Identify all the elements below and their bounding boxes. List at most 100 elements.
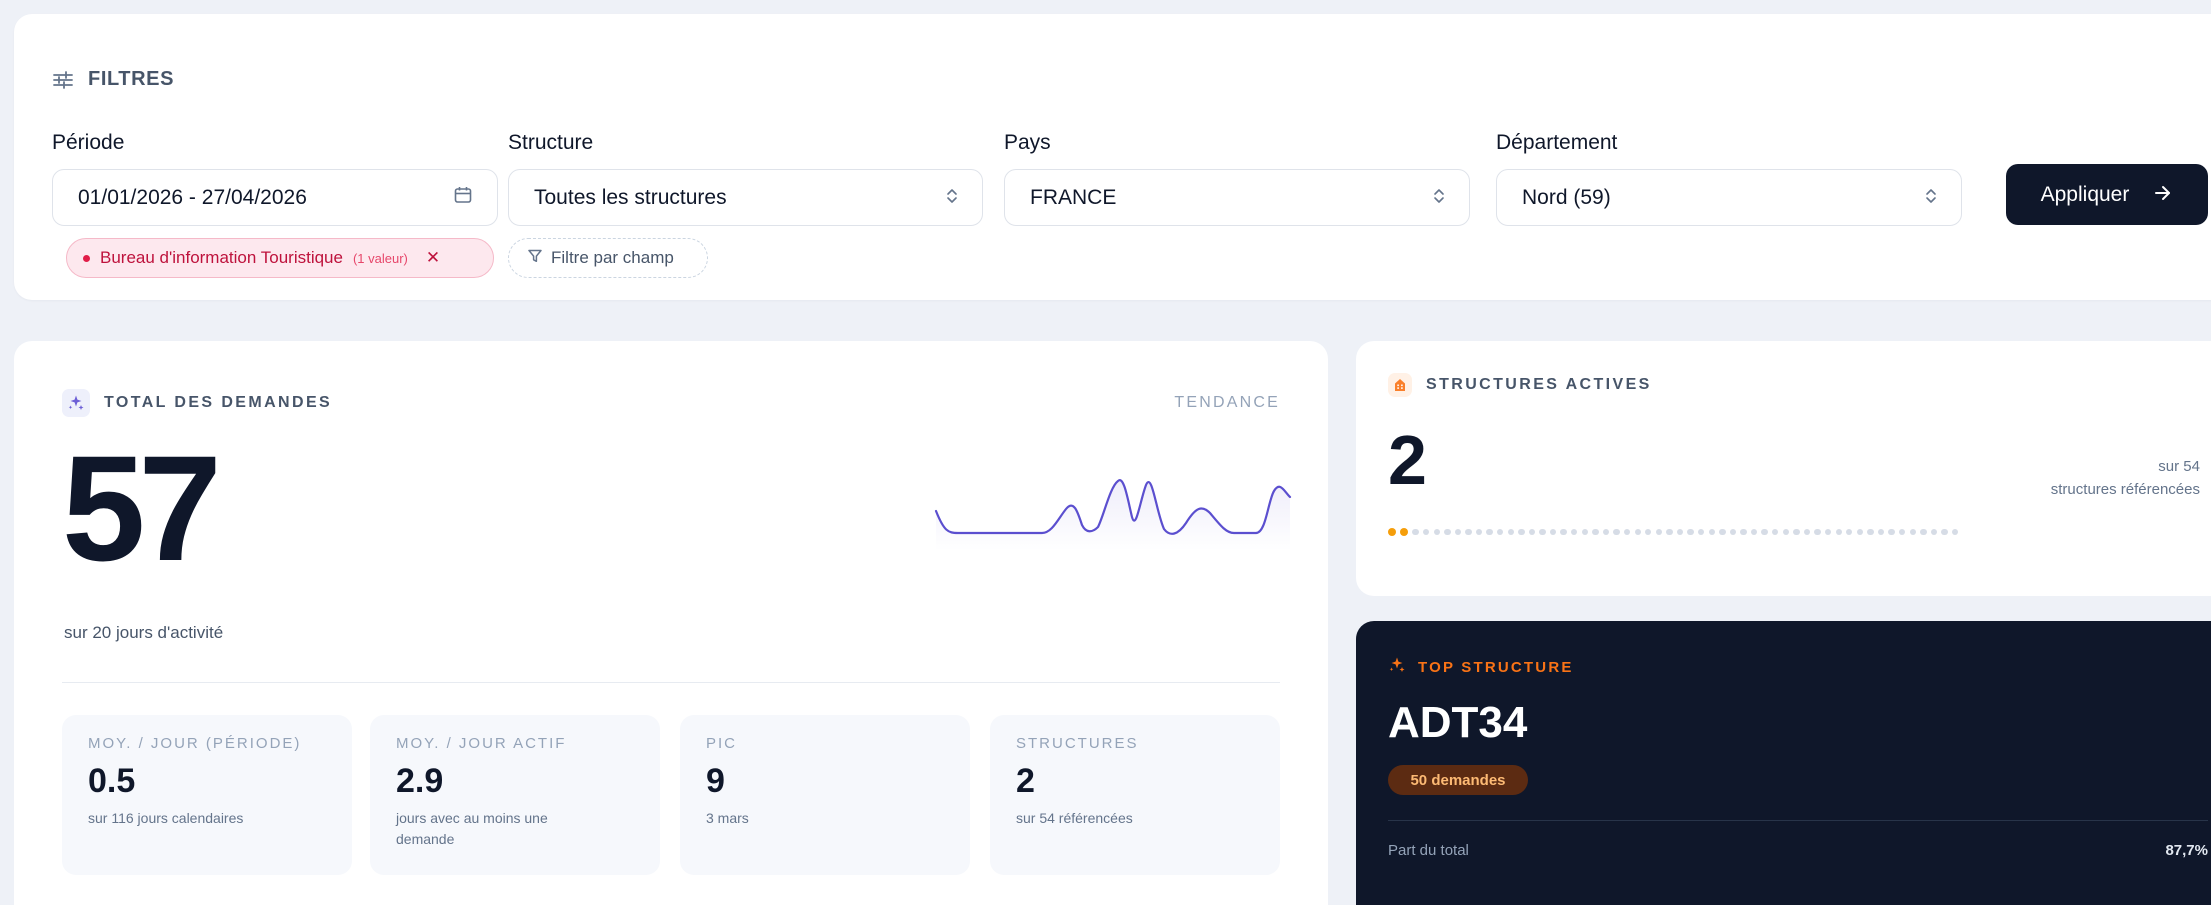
structure-dot (1740, 529, 1747, 536)
structure-dot (1920, 529, 1927, 536)
structure-dot (1422, 529, 1430, 536)
stat-label: MOY. / JOUR (PÉRIODE) (88, 735, 302, 752)
structure-dot (1518, 529, 1525, 536)
stat-sub: 3 mars (706, 809, 749, 826)
structure-dot (1645, 529, 1652, 536)
structure-dot (1412, 529, 1419, 536)
structure-dot (1856, 529, 1864, 536)
structure-dot (1497, 529, 1504, 536)
total-card-header: TOTAL DES DEMANDES (62, 389, 332, 417)
close-icon[interactable]: ✕ (426, 248, 440, 268)
filters-panel: FILTRES Période 01/01/2026 - 27/04/2026 … (14, 14, 2211, 300)
structure-dot (1761, 529, 1768, 536)
structure-dot (1803, 529, 1811, 536)
share-value: 87,7% (2165, 842, 2208, 859)
structure-dot (1719, 529, 1726, 536)
structure-label: Structure (508, 131, 594, 154)
add-filter-label: Filtre par champ (551, 248, 674, 267)
activity-note: sur 20 jours d'activité (64, 623, 224, 642)
top-structure-card: TOP STRUCTURE ADT34 50 demandes Part du … (1356, 621, 2211, 905)
total-requests-value: 57 (62, 424, 222, 592)
structure-dot (1433, 529, 1440, 536)
divider (62, 682, 1280, 683)
stat-sub: jours avec au moins une demande (396, 809, 548, 848)
structures-total-line2: structures référencées (2050, 481, 2200, 499)
structure-dot (1867, 529, 1874, 536)
pays-value: FRANCE (1030, 185, 1117, 209)
structure-dot (1560, 529, 1567, 536)
structure-dot (1835, 529, 1842, 536)
structure-dot (1634, 529, 1641, 536)
apply-button[interactable]: Appliquer (2006, 164, 2208, 225)
structure-value: Toutes les structures (534, 185, 727, 209)
building-icon (1388, 373, 1412, 397)
stat-sub: sur 116 jours calendaires (88, 809, 244, 826)
structure-dot (1454, 529, 1462, 536)
structures-total-note: sur 54 structures référencées (2051, 455, 2200, 502)
active-structures-value: 2 (1388, 421, 1427, 499)
structure-dot (1708, 529, 1715, 536)
structure-dot (1507, 529, 1514, 536)
structure-dot (1623, 529, 1631, 536)
calendar-icon[interactable] (453, 185, 473, 211)
structure-dot (1602, 529, 1610, 536)
stat-label: PIC (706, 735, 738, 752)
structure-dot (1750, 529, 1758, 536)
structure-dot (1877, 529, 1885, 536)
pays-select[interactable]: FRANCE (1004, 169, 1470, 226)
departement-label: Département (1496, 131, 1618, 154)
structure-dot (1846, 529, 1853, 536)
structure-dot (1465, 529, 1472, 536)
chevron-updown-icon (1925, 188, 1937, 208)
filters-header: FILTRES (52, 68, 174, 91)
status-dot (83, 254, 90, 262)
trend-label: TENDANCE (1174, 394, 1280, 411)
structure-dot (1824, 529, 1832, 536)
stat-value: 9 (706, 762, 725, 800)
top-structure-name: ADT34 (1388, 698, 1528, 747)
stat-structures: STRUCTURES 2 sur 54 référencées (990, 715, 1280, 875)
structure-dot (1613, 529, 1620, 536)
structure-dot (1888, 529, 1895, 536)
sparkles-icon (1388, 656, 1406, 678)
structure-dot (1444, 529, 1451, 536)
chevron-updown-icon (946, 188, 958, 208)
structure-dot (1782, 529, 1789, 536)
total-card-title: TOTAL DES DEMANDES (104, 394, 333, 411)
structure-dot (1941, 529, 1948, 536)
structure-dot (1528, 529, 1536, 536)
structures-card-title: STRUCTURES ACTIVES (1426, 376, 1652, 393)
share-label: Part du total (1388, 842, 1469, 859)
stat-label: STRUCTURES (1016, 735, 1139, 752)
requests-badge: 50 demandes (1388, 765, 1528, 795)
structure-dot (1549, 529, 1557, 536)
chip-count: (1 valeur) (352, 250, 408, 266)
structure-dot (1571, 529, 1578, 536)
stat-value: 0.5 (88, 762, 136, 800)
structure-dot-active (1400, 528, 1409, 537)
stat-value: 2.9 (396, 762, 444, 800)
structure-dot (1486, 529, 1493, 536)
structure-dot (1814, 529, 1821, 536)
structure-dot-indicator (1388, 528, 1959, 537)
divider (1388, 820, 2208, 821)
structure-dot (1687, 529, 1694, 536)
structure-dot (1772, 529, 1779, 536)
structure-dot (1930, 529, 1938, 536)
structure-dot (1793, 529, 1800, 536)
departement-select[interactable]: Nord (59) (1496, 169, 1962, 226)
structure-select[interactable]: Toutes les structures (508, 169, 983, 226)
active-filter-chip[interactable]: Bureau d'information Touristique (1 vale… (66, 238, 494, 278)
sparkles-icon (62, 389, 90, 417)
top-structure-header: TOP STRUCTURE (1388, 656, 1574, 678)
structure-dot (1475, 529, 1483, 536)
funnel-icon (527, 248, 543, 269)
stat-sub: sur 54 référencées (1016, 809, 1133, 826)
structure-dot (1898, 529, 1906, 536)
sliders-icon (52, 70, 74, 90)
periode-date-range-input[interactable]: 01/01/2026 - 27/04/2026 (52, 169, 498, 226)
structure-dot-active (1388, 528, 1396, 537)
total-requests-card: TOTAL DES DEMANDES TENDANCE 57 sur 20 jo… (14, 341, 1328, 905)
filters-title: FILTRES (88, 68, 175, 90)
add-field-filter-button[interactable]: Filtre par champ (508, 238, 708, 278)
